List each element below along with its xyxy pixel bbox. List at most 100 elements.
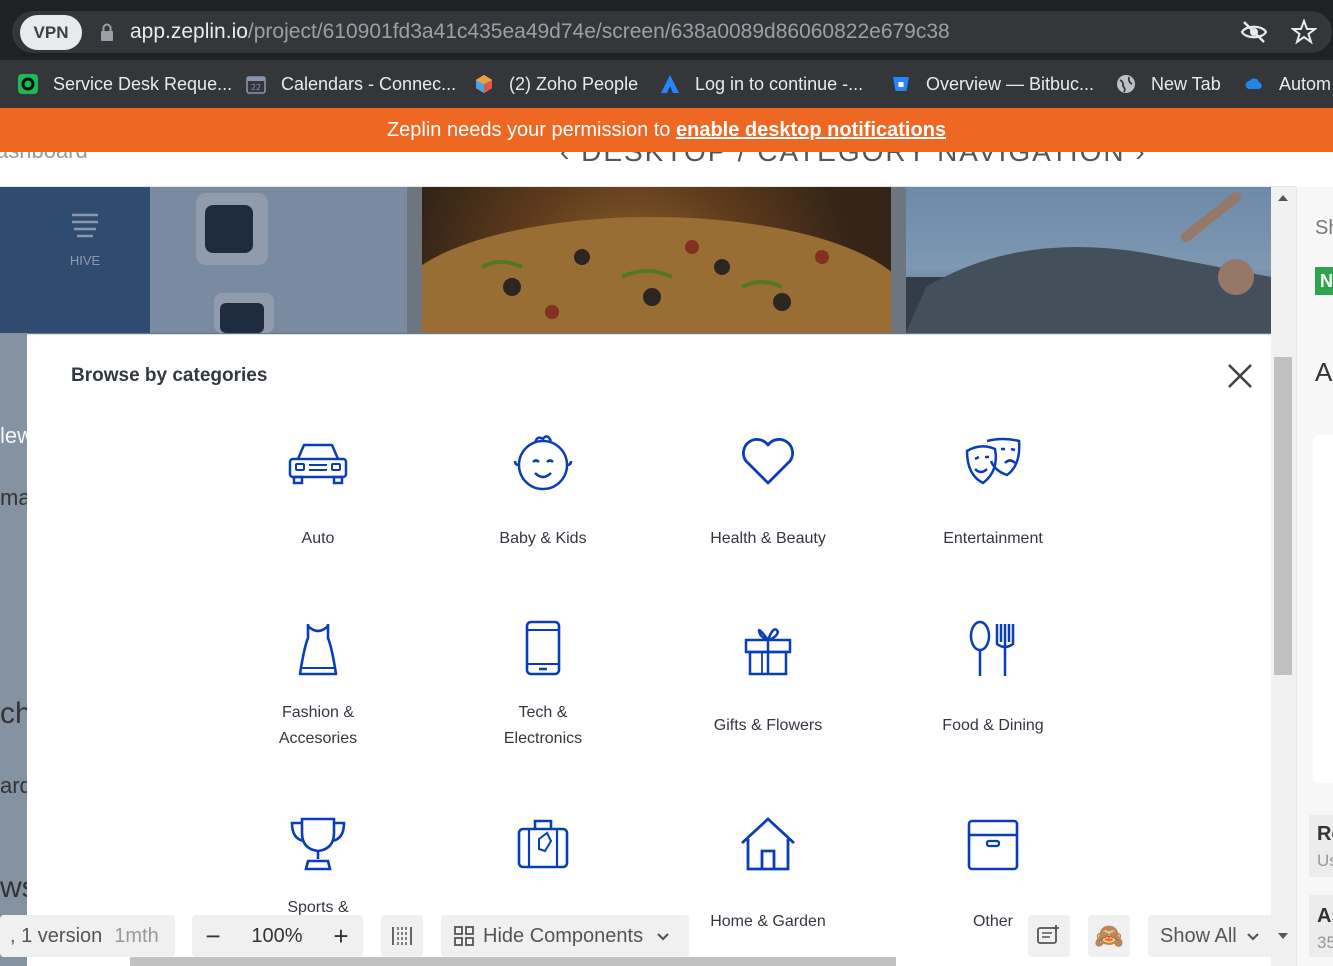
add-comment-icon	[1037, 925, 1059, 944]
category-label: Baby & Kids	[499, 530, 587, 547]
vertical-scrollbar[interactable]	[1271, 187, 1296, 966]
pizza-photo	[392, 187, 912, 397]
bookmark-bitbucket[interactable]: Overview — Bitbuc...	[891, 69, 1094, 99]
app-header: ashboard ‹ DESKTOP / CATEGORY NAVIGATION…	[0, 152, 1296, 187]
pizza-illustration	[392, 187, 912, 397]
vpn-button[interactable]: VPN	[20, 15, 82, 50]
bookmark-automation[interactable]: Autom	[1244, 69, 1331, 99]
bookmark-calendars[interactable]: 22 Calendars - Connec...	[246, 69, 456, 99]
comments-button[interactable]	[1028, 915, 1070, 957]
hide-components-toggle[interactable]: Hide Components	[441, 915, 689, 957]
zoom-out-button[interactable]: −	[192, 921, 234, 952]
url-path: /project/610901fd3a41c435ea49d74e/screen…	[247, 20, 950, 43]
category-label: Food & Dining	[942, 717, 1044, 734]
version-age: 1mth	[114, 924, 159, 947]
convertible-car-photo	[906, 187, 1271, 333]
version-info[interactable]: , 1 version 1mth	[0, 915, 175, 957]
sidebar-item[interactable]: As 35	[1309, 895, 1333, 957]
zoom-control: − 100% +	[192, 915, 363, 957]
category-tech[interactable]: Tech & Electronics	[443, 618, 643, 758]
url-host: app.zeplin.io	[130, 20, 248, 43]
luggage-icon	[517, 819, 569, 869]
category-label: Tech & Electronics	[503, 704, 583, 747]
category-health-beauty[interactable]: Health & Beauty	[668, 431, 868, 551]
breadcrumb[interactable]: ashboard	[0, 152, 88, 164]
column-grid-icon	[392, 927, 412, 945]
grid-toggle-button[interactable]	[381, 915, 423, 957]
category-home-garden[interactable]: Home & Garden	[668, 813, 868, 933]
eye-off-icon[interactable]	[1240, 20, 1268, 44]
cutlery-icon	[969, 620, 1015, 676]
dress-icon	[298, 624, 338, 676]
bookmark-atlassian-login[interactable]: Log in to continue -...	[660, 69, 863, 99]
sidebar-fragment: Re	[1317, 823, 1333, 845]
service-desk-icon	[18, 74, 38, 94]
bookmark-label: New Tab	[1151, 73, 1221, 94]
chevron-down-icon	[1246, 933, 1259, 941]
version-count: , 1 version	[10, 924, 103, 947]
hide-components-label: Hide Components	[483, 924, 644, 947]
gift-icon	[744, 628, 792, 676]
atlassian-icon	[661, 75, 679, 93]
category-baby-kids[interactable]: Baby & Kids	[443, 431, 643, 551]
cloud-icon	[1245, 78, 1262, 89]
browser-toolbar: VPN app.zeplin.io/project/610901fd3a41c4…	[0, 0, 1333, 60]
modal-title: Browse by categories	[71, 365, 268, 386]
scroll-up-arrow-icon[interactable]	[1278, 195, 1288, 201]
svg-text:22: 22	[251, 83, 261, 92]
see-no-evil-button[interactable]: 🙈	[1088, 915, 1130, 957]
bookmark-label: Service Desk Reque...	[53, 73, 233, 94]
horizontal-scrollbar-thumb[interactable]	[130, 957, 896, 966]
sidebar-fragment: A	[1315, 357, 1333, 387]
enable-notifications-link[interactable]: enable desktop notifications	[676, 119, 946, 141]
bookmark-label: (2) Zoho People	[509, 73, 639, 94]
bookmark-label: Log in to continue -...	[695, 73, 864, 94]
show-all-label: Show All	[1160, 924, 1237, 947]
chevron-down-icon	[657, 933, 669, 941]
sidebar-item[interactable]: Re Us	[1309, 815, 1333, 877]
bookmark-label: Autom	[1279, 73, 1332, 94]
bookmark-new-tab[interactable]: New Tab	[1116, 69, 1221, 99]
theatre-masks-icon	[965, 437, 1021, 485]
sidebar-fragment: Us	[1317, 851, 1333, 870]
category-entertainment[interactable]: Entertainment	[893, 431, 1093, 551]
components-grid-icon	[454, 926, 474, 946]
calendar-icon: 22	[246, 76, 266, 94]
zoom-in-button[interactable]: +	[320, 921, 362, 952]
sidebar-fragment: Sh	[1315, 217, 1333, 239]
notice-text: Zeplin needs your permission to	[386, 119, 676, 141]
bookmark-service-desk[interactable]: Service Desk Reque...	[18, 69, 232, 99]
bookmark-label: Overview — Bitbuc...	[926, 73, 1095, 94]
category-label: Entertainment	[943, 530, 1043, 547]
notification-permission-banner: Zeplin needs your permission to enable d…	[0, 108, 1333, 152]
category-gifts[interactable]: Gifts & Flowers	[668, 618, 868, 758]
sidebar-fragment: As	[1317, 905, 1333, 927]
box-icon	[967, 819, 1019, 871]
url-text[interactable]: app.zeplin.io/project/610901fd3a41c435ea…	[130, 20, 950, 44]
category-label: Fashion & Accesories	[278, 704, 358, 747]
scroll-down-arrow-icon[interactable]	[1278, 933, 1288, 939]
trophy-icon	[290, 817, 346, 871]
next-screen-chevron-icon[interactable]: ›	[1126, 152, 1147, 167]
globe-icon	[1117, 75, 1135, 93]
category-food[interactable]: Food & Dining	[893, 618, 1093, 758]
close-icon[interactable]	[1226, 362, 1254, 390]
category-label: Gifts & Flowers	[713, 717, 823, 734]
bookmark-zoho-people[interactable]: (2) Zoho People	[474, 69, 638, 99]
category-label: Auto	[301, 530, 335, 547]
show-all-dropdown[interactable]: Show All	[1148, 915, 1276, 957]
bookmark-star-icon[interactable]	[1291, 19, 1317, 45]
zoom-level: 100%	[251, 924, 303, 947]
hive-devices-illustration: HIVE	[0, 187, 407, 333]
category-auto[interactable]: Auto	[218, 431, 418, 551]
smart-home-photo: HIVE	[0, 187, 407, 333]
sidebar-fragment: 35	[1317, 933, 1333, 952]
prev-screen-chevron-icon[interactable]: ‹	[560, 152, 581, 167]
bitbucket-icon	[893, 77, 909, 91]
browse-categories-modal: Browse by categories Auto Baby & Kids He…	[27, 334, 1271, 966]
category-label: Home & Garden	[710, 913, 826, 930]
scrollbar-thumb[interactable]	[1274, 357, 1292, 675]
right-sidebar: Sh N A Re Us As 35	[1296, 187, 1333, 966]
category-fashion[interactable]: Fashion & Accesories	[218, 618, 418, 758]
lock-icon[interactable]	[100, 23, 114, 41]
